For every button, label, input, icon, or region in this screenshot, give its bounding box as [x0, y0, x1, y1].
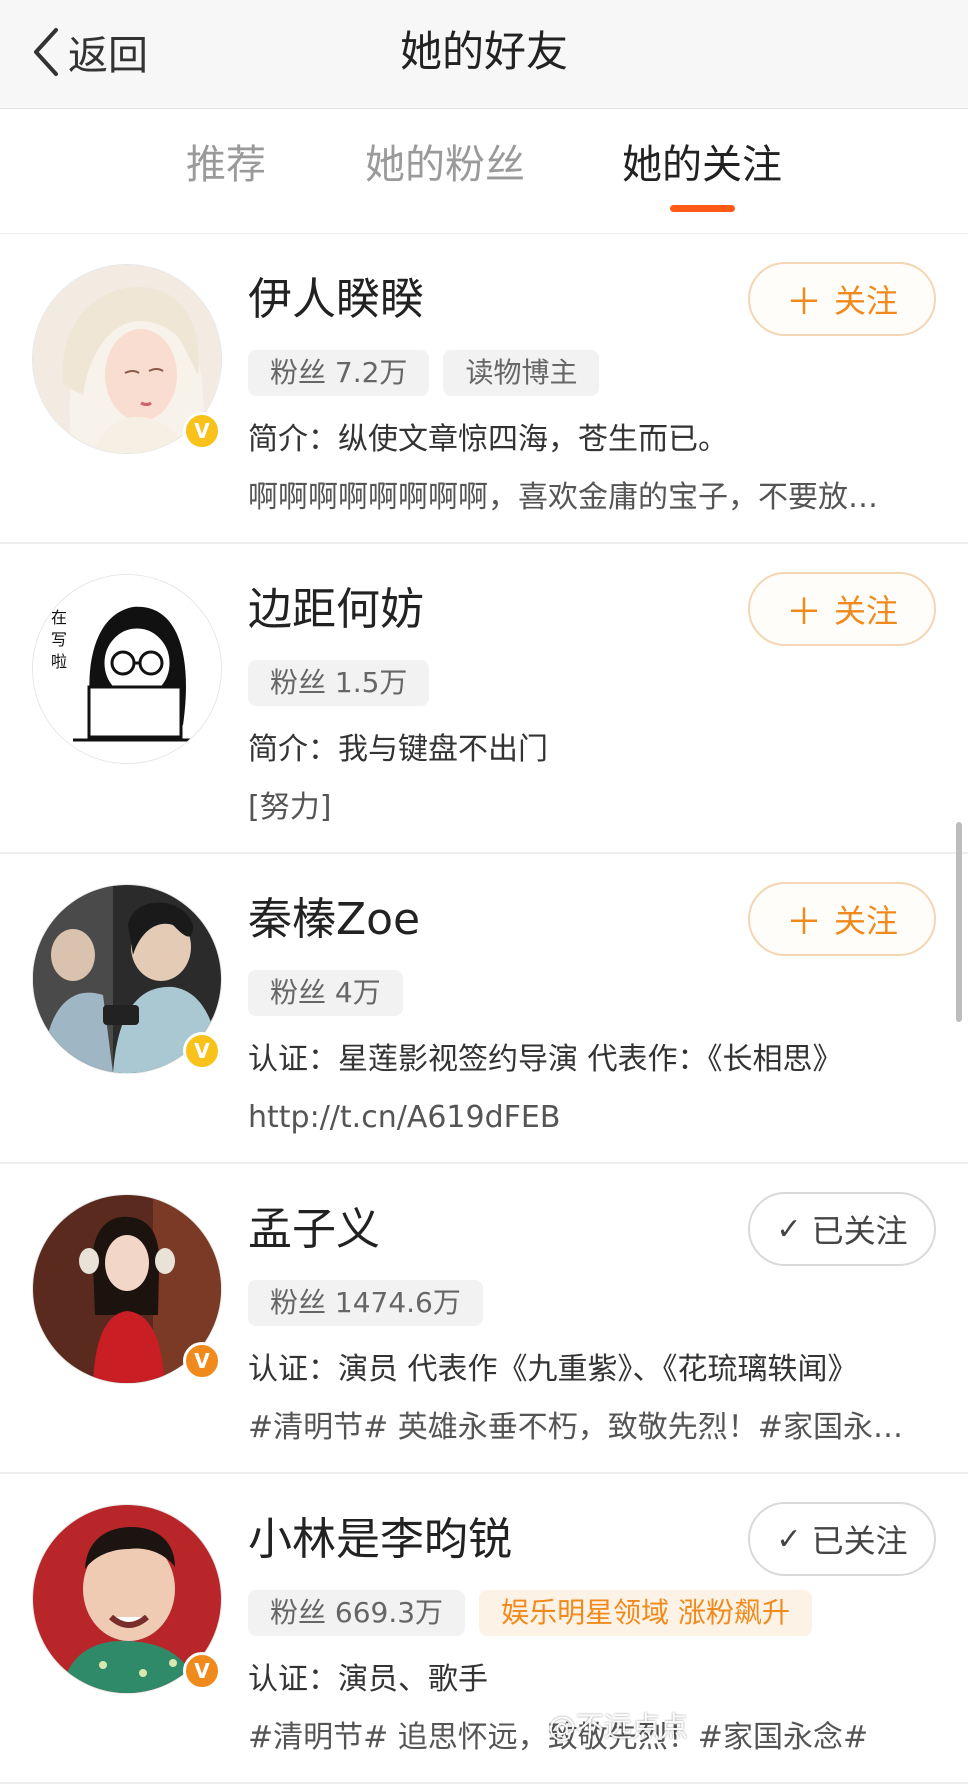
avatar-sketch-text: 写	[51, 630, 67, 649]
follow-button[interactable]: ＋ 关注	[748, 262, 936, 336]
tab-recommended[interactable]: 推荐	[186, 137, 266, 193]
user-chips: 粉丝 1474.6万	[248, 1280, 483, 1326]
fans-count: 粉丝 1.5万	[248, 660, 430, 706]
user-verification: 认证：演员 代表作《九重紫》、《花琉璃轶闻》	[248, 1352, 858, 1387]
latest-post: [努力]	[248, 790, 332, 825]
follow-button[interactable]: ＋ 关注	[748, 572, 936, 646]
follow-button-label: 关注	[834, 592, 899, 630]
follow-button-label: 关注	[834, 902, 899, 940]
user-verification: 认证：演员、歌手	[248, 1662, 488, 1697]
avatar-illustration: 在 写 啦	[33, 575, 221, 763]
list-item[interactable]: V 孟子义 粉丝 1474.6万 认证：演员 代表作《九重紫》、《花琉璃轶闻》 …	[0, 1164, 968, 1474]
follow-button-label: 关注	[834, 282, 899, 320]
following-button[interactable]: ✓ 已关注	[748, 1502, 936, 1576]
user-name[interactable]: 边距何妨	[248, 580, 424, 640]
plus-icon: ＋	[785, 282, 822, 323]
user-chips: 粉丝 4万	[248, 970, 403, 1016]
navigation-bar: 返回 她的好友	[0, 0, 968, 109]
latest-post: #清明节# 英雄永垂不朽，致敬先烈！#家国永…	[248, 1410, 903, 1445]
user-name[interactable]: 小林是李昀锐	[248, 1510, 512, 1570]
scrollbar[interactable]	[956, 822, 962, 1022]
user-intro: 简介：我与键盘不出门	[248, 732, 548, 767]
avatar[interactable]: 在 写 啦	[32, 574, 222, 764]
profile-link[interactable]: http://t.cn/A619dFEB	[248, 1096, 560, 1140]
fans-count: 粉丝 1474.6万	[248, 1280, 483, 1326]
follow-button[interactable]: ＋ 关注	[748, 882, 936, 956]
verified-badge-icon: V	[183, 1652, 221, 1690]
list-item[interactable]: V 秦榛Zoe 粉丝 4万 认证：星莲影视签约导演 代表作：《长相思》 http…	[0, 854, 968, 1164]
tab-bar: 推荐 她的粉丝 她的关注	[0, 109, 968, 234]
fans-count: 粉丝 4万	[248, 970, 403, 1016]
page-title: 她的好友	[399, 27, 568, 76]
check-icon: ✓	[776, 1211, 802, 1247]
plus-icon: ＋	[785, 592, 822, 633]
list-item[interactable]: V 小林是李昀锐 粉丝 669.3万 娱乐明星领域 涨粉飙升 认证：演员、歌手 …	[0, 1474, 968, 1784]
fans-count: 粉丝 7.2万	[248, 350, 430, 396]
active-tab-indicator	[670, 205, 735, 212]
following-button[interactable]: ✓ 已关注	[748, 1192, 936, 1266]
list-item[interactable]: 在 写 啦 边距何妨 粉丝 1.5万 简介：我与键盘不出门 [努力] ＋ 关注	[0, 544, 968, 854]
verified-badge-icon: V	[183, 1032, 221, 1070]
watermark: @不远点点	[548, 1710, 689, 1743]
fans-count: 粉丝 669.3万	[248, 1590, 466, 1636]
user-intro: 简介：纵使文章惊四海，苍生而已。	[248, 422, 728, 457]
trending-badge[interactable]: 娱乐明星领域 涨粉飙升	[479, 1590, 812, 1636]
following-button-label: 已关注	[811, 1212, 908, 1250]
avatar-sketch-text: 在	[51, 608, 67, 627]
tab-her-following[interactable]: 她的关注	[622, 137, 782, 193]
category-tag: 读物博主	[443, 350, 600, 396]
latest-post: 啊啊啊啊啊啊啊啊，喜欢金庸的宝子，不要放…	[248, 480, 878, 515]
user-verification: 认证：星莲影视签约导演 代表作：《长相思》	[248, 1042, 843, 1077]
user-name[interactable]: 伊人睽睽	[248, 270, 424, 330]
user-name[interactable]: 孟子义	[248, 1200, 380, 1260]
user-chips: 粉丝 669.3万 娱乐明星领域 涨粉飙升	[248, 1590, 812, 1636]
avatar-sketch-text: 啦	[51, 652, 67, 671]
following-list: V 伊人睽睽 粉丝 7.2万 读物博主 简介：纵使文章惊四海，苍生而已。 啊啊啊…	[0, 234, 968, 1784]
user-chips: 粉丝 1.5万	[248, 660, 430, 706]
following-button-label: 已关注	[811, 1522, 908, 1560]
verified-badge-icon: V	[183, 1342, 221, 1380]
list-item[interactable]: V 伊人睽睽 粉丝 7.2万 读物博主 简介：纵使文章惊四海，苍生而已。 啊啊啊…	[0, 234, 968, 544]
check-icon: ✓	[776, 1521, 802, 1557]
user-name[interactable]: 秦榛Zoe	[248, 890, 420, 950]
plus-icon: ＋	[785, 902, 822, 943]
tab-her-fans[interactable]: 她的粉丝	[365, 137, 525, 193]
verified-badge-icon: V	[183, 412, 221, 450]
user-chips: 粉丝 7.2万 读物博主	[248, 350, 600, 396]
